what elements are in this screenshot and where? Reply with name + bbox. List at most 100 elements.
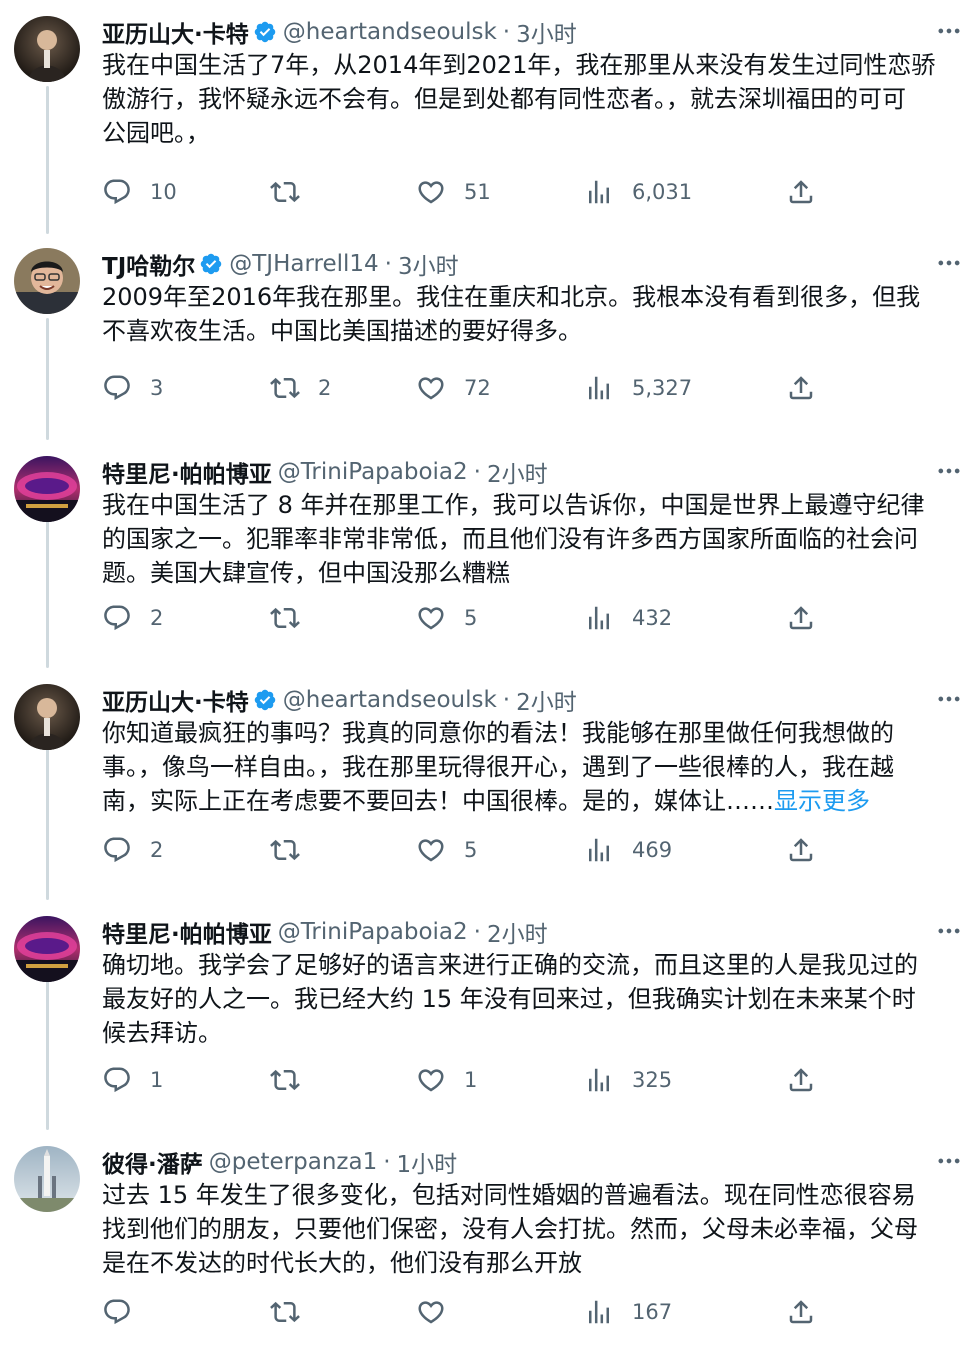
more-icon[interactable] xyxy=(934,18,964,44)
views-button[interactable]: 167 xyxy=(584,1294,672,1330)
tweet-text-line: 2009年至2016年我在那里。我住在重庆和北京。我根本没有看到很多，但我 xyxy=(102,280,964,314)
heart-icon xyxy=(416,1065,446,1095)
views-button[interactable]: 432 xyxy=(584,600,672,636)
views-button[interactable]: 469 xyxy=(584,832,672,868)
retweet-button[interactable] xyxy=(270,1062,318,1098)
reply-button[interactable]: 3 xyxy=(102,370,163,406)
reply-button[interactable]: 2 xyxy=(102,600,163,636)
more-icon[interactable] xyxy=(934,250,964,276)
retweet-button[interactable] xyxy=(270,832,318,868)
timestamp[interactable]: 3小时 xyxy=(516,15,577,49)
author-handle[interactable]: @peterpanza1 xyxy=(209,1149,377,1175)
show-more-link[interactable]: 显示更多 xyxy=(774,787,870,815)
author-name[interactable]: 亚历山大·卡特 xyxy=(102,15,249,49)
share-button[interactable] xyxy=(786,174,816,210)
author-handle[interactable]: @TriniPapaboia2 xyxy=(278,919,468,945)
heart-icon xyxy=(416,373,446,403)
more-icon[interactable] xyxy=(934,686,964,712)
tweet-text-content: 候去拜访。 xyxy=(102,1019,222,1047)
tweet-text-content: 最友好的人之一。我已经大约 15 年没有回来过，但我确实计划在未来某个时 xyxy=(102,985,916,1013)
author-name[interactable]: 彼得·潘萨 xyxy=(102,1145,203,1179)
views-button[interactable]: 5,327 xyxy=(584,370,692,406)
separator-dot: · xyxy=(473,919,481,945)
more-icon[interactable] xyxy=(934,1148,964,1174)
tweet-text-content: 是在不发达的时代长大的，他们没有那么开放 xyxy=(102,1249,582,1277)
reply-count: 3 xyxy=(150,376,164,400)
tweet-text: 你知道最疯狂的事吗？我真的同意你的看法！我能够在那里做任何我想做的 事。，像鸟一样… xyxy=(102,716,964,818)
tweet-text-content: 确切地。我学会了足够好的语言来进行正确的交流，而且这里的人是我见过的 xyxy=(102,951,918,979)
share-icon xyxy=(786,603,816,633)
avatar[interactable] xyxy=(14,684,80,750)
reply-icon xyxy=(102,603,132,633)
tweet-header: 特里尼·帕帕博亚 @TriniPapaboia2 · 2小时 xyxy=(102,454,548,490)
share-button[interactable] xyxy=(786,600,816,636)
timestamp[interactable]: 1小时 xyxy=(397,1145,458,1179)
retweet-button[interactable] xyxy=(270,1294,318,1330)
avatar[interactable] xyxy=(14,248,80,314)
reply-button[interactable]: 2 xyxy=(102,832,163,868)
retweet-button[interactable]: 2 xyxy=(270,370,331,406)
like-button[interactable]: 1 xyxy=(416,1062,477,1098)
author-handle[interactable]: @heartandseoulsk xyxy=(283,19,497,45)
share-button[interactable] xyxy=(786,370,816,406)
author-handle[interactable]: @TJHarrell14 xyxy=(229,251,378,277)
like-button[interactable]: 5 xyxy=(416,600,477,636)
tweet[interactable]: 特里尼·帕帕博亚 @TriniPapaboia2 · 2小时 确切地。我学会了足够好的语… xyxy=(0,900,978,1106)
tweet-text-content: 你知道最疯狂的事吗？我真的同意你的看法！我能够在那里做任何我想做的 xyxy=(102,719,894,747)
tweet[interactable]: 彼得·潘萨 @peterpanza1 · 1小时 过去 15 年发生了很多变化，包括对同… xyxy=(0,1130,978,1338)
retweet-button[interactable] xyxy=(270,174,318,210)
share-button[interactable] xyxy=(786,1294,816,1330)
timestamp[interactable]: 2小时 xyxy=(516,683,577,717)
tweet[interactable]: 亚历山大·卡特 @heartandseoulsk · 2小时 你知道最疯狂的事吗？我真的… xyxy=(0,668,978,876)
tweet-actions: 2 5 469 xyxy=(100,832,830,868)
tweet-text-line: 过去 15 年发生了很多变化，包括对同性婚姻的普遍看法。现在同性恋很容易 xyxy=(102,1178,964,1212)
tweet-text-line: 是在不发达的时代长大的，他们没有那么开放 xyxy=(102,1246,964,1280)
avatar[interactable] xyxy=(14,16,80,82)
author-name[interactable]: 特里尼·帕帕博亚 xyxy=(102,915,272,949)
tweet-text-content: 2009年至2016年我在那里。我住在重庆和北京。我根本没有看到很多，但我 xyxy=(102,283,921,311)
reply-button[interactable]: 1 xyxy=(102,1062,163,1098)
separator-dot: · xyxy=(384,251,392,277)
retweet-count: 2 xyxy=(318,376,332,400)
retweet-button[interactable] xyxy=(270,600,318,636)
views-button[interactable]: 6,031 xyxy=(584,174,692,210)
views-button[interactable]: 325 xyxy=(584,1062,672,1098)
timestamp[interactable]: 3小时 xyxy=(398,247,459,281)
like-count: 5 xyxy=(464,606,478,630)
reply-icon xyxy=(102,177,132,207)
reply-button[interactable]: 10 xyxy=(102,174,177,210)
avatar[interactable] xyxy=(14,916,80,982)
views-icon xyxy=(584,1065,614,1095)
like-count: 51 xyxy=(464,180,491,204)
author-name[interactable]: TJ哈勒尔 xyxy=(102,247,195,281)
retweet-icon xyxy=(270,177,300,207)
heart-icon xyxy=(416,835,446,865)
avatar[interactable] xyxy=(14,1146,80,1212)
timestamp[interactable]: 2小时 xyxy=(487,915,548,949)
reply-icon xyxy=(102,835,132,865)
share-button[interactable] xyxy=(786,1062,816,1098)
author-name[interactable]: 特里尼·帕帕博亚 xyxy=(102,455,272,489)
author-handle[interactable]: @heartandseoulsk xyxy=(283,687,497,713)
like-button[interactable]: 5 xyxy=(416,832,477,868)
tweet-text-content: 傲游行，我怀疑永远不会有。但是到处都有同性恋者。，就去深圳福田的可可 xyxy=(102,85,906,113)
tweet-text-content: 题。美国大肆宣传，但中国没那么糟糕 xyxy=(102,559,510,587)
tweet-actions: 167 xyxy=(100,1294,830,1330)
tweet[interactable]: 特里尼·帕帕博亚 @TriniPapaboia2 · 2小时 我在中国生活了 8 年并在… xyxy=(0,440,978,644)
author-handle[interactable]: @TriniPapaboia2 xyxy=(278,459,468,485)
author-name[interactable]: 亚历山大·卡特 xyxy=(102,683,249,717)
separator-dot: · xyxy=(502,19,511,45)
like-button[interactable] xyxy=(416,1294,464,1330)
reply-button[interactable] xyxy=(102,1294,150,1330)
tweet-actions: 2 5 432 xyxy=(100,600,830,636)
share-button[interactable] xyxy=(786,832,816,868)
avatar[interactable] xyxy=(14,456,80,522)
like-count: 5 xyxy=(464,838,478,862)
tweet[interactable]: TJ哈勒尔 @TJHarrell14 · 3小时 2009年至2016年我在那里。我住在… xyxy=(0,232,978,414)
timestamp[interactable]: 2小时 xyxy=(487,455,548,489)
more-icon[interactable] xyxy=(934,458,964,484)
more-icon[interactable] xyxy=(934,918,964,944)
like-button[interactable]: 51 xyxy=(416,174,491,210)
tweet[interactable]: 亚历山大·卡特 @heartandseoulsk · 3小时 我在中国生活了7年，从20… xyxy=(0,0,978,218)
like-button[interactable]: 72 xyxy=(416,370,491,406)
